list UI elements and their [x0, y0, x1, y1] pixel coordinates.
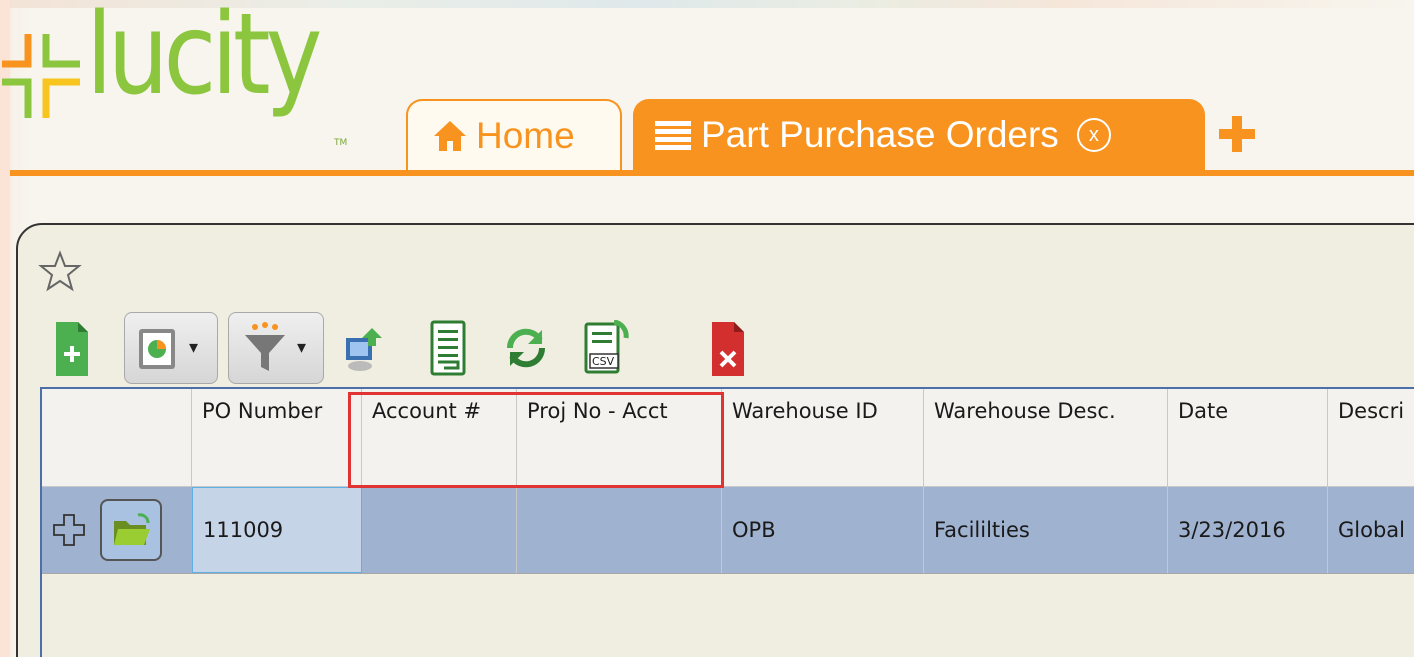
column-header-date[interactable]: Date: [1168, 389, 1328, 487]
cell-warehouse-id[interactable]: OPB: [722, 487, 924, 573]
logo-text: lucity: [86, 0, 322, 120]
delete-icon[interactable]: [710, 320, 746, 378]
filter-dropdown-button[interactable]: ▾: [228, 312, 324, 384]
column-header-warehouse-desc[interactable]: Warehouse Desc.: [924, 389, 1168, 487]
logo-trademark: TM: [334, 138, 348, 148]
tab-home[interactable]: Home: [406, 99, 622, 171]
cell-po-number[interactable]: 111009: [192, 487, 362, 573]
expand-plus-icon[interactable]: [52, 513, 86, 547]
open-folder-icon: [114, 513, 150, 545]
add-tab-plus-icon[interactable]: [1213, 110, 1261, 158]
export-icon[interactable]: [344, 326, 384, 374]
cell-date[interactable]: 3/23/2016: [1168, 487, 1328, 573]
list-icon: [655, 121, 691, 150]
new-record-icon[interactable]: [54, 320, 90, 378]
purchase-orders-grid: PO Number Account # Proj No - Acct Wareh…: [40, 387, 1414, 657]
cell-account[interactable]: [362, 487, 517, 573]
open-record-button[interactable]: [100, 499, 162, 561]
dashboard-dropdown-button[interactable]: ▾: [124, 312, 218, 384]
cell-warehouse-desc[interactable]: Facililties: [924, 487, 1168, 573]
cell-description[interactable]: Global: [1328, 487, 1414, 573]
column-header-actions: [42, 389, 192, 487]
column-header-warehouse-id[interactable]: Warehouse ID: [722, 389, 924, 487]
chevron-down-icon: ▾: [189, 337, 199, 358]
home-icon: [434, 121, 466, 151]
report-icon[interactable]: [428, 320, 468, 376]
chevron-down-icon: ▾: [297, 337, 307, 358]
highlight-annotation-box: [348, 392, 724, 488]
column-header-po-number[interactable]: PO Number: [192, 389, 362, 487]
favorite-star-icon[interactable]: [38, 250, 82, 294]
column-header-description[interactable]: Descri: [1328, 389, 1414, 487]
grid-empty-area: [42, 573, 1414, 657]
table-row[interactable]: 111009 OPB Facililties 3/23/2016 Global: [42, 487, 1414, 573]
filter-icon: [245, 322, 285, 371]
lucity-logo-mark-icon: [2, 34, 80, 118]
row-actions-cell: [42, 487, 192, 573]
tab-part-purchase-orders[interactable]: Part Purchase Orders x: [633, 99, 1205, 171]
tab-home-label: Home: [476, 115, 575, 156]
lucity-logo: lucity TM: [2, 0, 372, 154]
dashboard-icon: [139, 329, 175, 369]
tab-close-button[interactable]: x: [1076, 118, 1111, 152]
cell-proj-no-acct[interactable]: [517, 487, 722, 573]
refresh-icon[interactable]: [502, 324, 550, 372]
tab-part-purchase-orders-label: Part Purchase Orders: [701, 114, 1059, 155]
svg-text:CSV: CSV: [592, 355, 615, 368]
tab-underline: [10, 170, 1414, 176]
csv-export-icon[interactable]: CSV: [582, 320, 630, 376]
